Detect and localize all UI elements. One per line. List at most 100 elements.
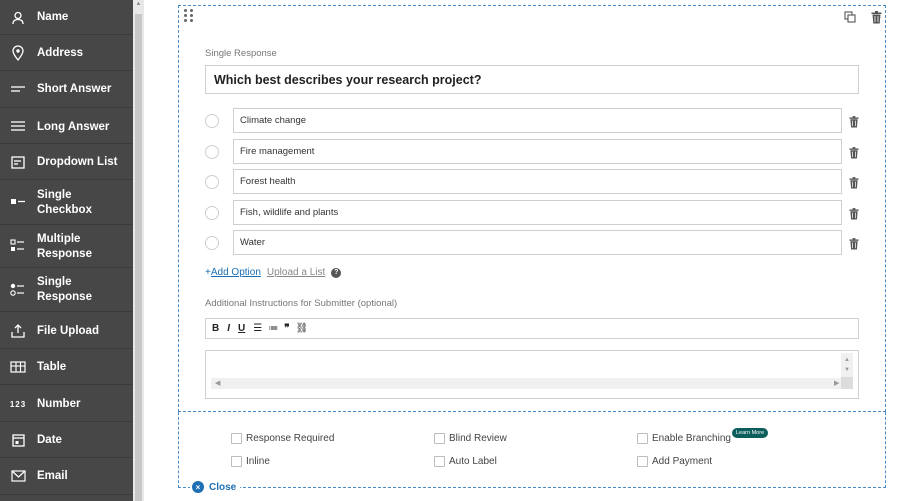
instructions-label: Additional Instructions for Submitter (o… bbox=[205, 298, 398, 309]
drag-handle-icon[interactable] bbox=[184, 9, 194, 23]
sidebar-item-label: Date bbox=[37, 434, 62, 446]
auto-label-label: Auto Label bbox=[449, 456, 497, 467]
scroll-right-arrow-icon[interactable]: ▶ bbox=[834, 379, 839, 387]
delete-option-trash-icon[interactable] bbox=[849, 237, 859, 250]
sidebar-item-label: Table bbox=[37, 361, 67, 373]
instructions-editor[interactable] bbox=[205, 350, 859, 399]
option-input[interactable]: Climate change bbox=[233, 108, 842, 133]
sidebar-item-label: Name bbox=[37, 11, 69, 23]
option-radio[interactable] bbox=[205, 206, 219, 220]
sidebar-item-label: Dropdown List bbox=[37, 156, 118, 168]
envelope-icon bbox=[8, 466, 28, 486]
bold-button[interactable]: B bbox=[212, 323, 219, 334]
enable-branching-checkbox[interactable] bbox=[637, 433, 648, 444]
upload-icon bbox=[8, 321, 28, 341]
learn-more-badge[interactable]: Learn More bbox=[732, 428, 769, 438]
scrollbar-corner bbox=[841, 377, 853, 389]
sidebar-item-table[interactable]: Table bbox=[0, 349, 133, 385]
link-button[interactable]: ⛓ bbox=[296, 323, 309, 334]
sidebar-item-long-answer[interactable]: Long Answer bbox=[0, 108, 133, 144]
sidebar-item-dropdown-list[interactable]: Dropdown List bbox=[0, 144, 133, 180]
sidebar-item-multiple-response[interactable]: Multiple Response bbox=[0, 225, 133, 268]
sidebar-item-label: Single Response bbox=[37, 276, 92, 303]
single-response-icon bbox=[8, 280, 28, 300]
option-input[interactable]: Fish, wildlife and plants bbox=[233, 200, 842, 225]
delete-option-trash-icon[interactable] bbox=[849, 207, 859, 220]
sidebar-item-label: File Upload bbox=[37, 325, 99, 337]
question-type-label: Single Response bbox=[205, 48, 277, 59]
underline-button[interactable]: U bbox=[238, 323, 245, 334]
question-settings-panel bbox=[178, 412, 886, 488]
person-icon bbox=[8, 8, 28, 28]
sidebar-item-label: Long Answer bbox=[37, 121, 110, 133]
sidebar-item-label: Number bbox=[37, 398, 81, 410]
bullet-list-button[interactable]: ☰ bbox=[253, 323, 262, 334]
scroll-down-arrow-icon[interactable]: ▼ bbox=[844, 367, 850, 373]
sidebar-item-name[interactable]: Name bbox=[0, 0, 133, 35]
help-icon[interactable]: ? bbox=[331, 267, 342, 278]
sidebar-item-label: Address bbox=[37, 47, 84, 59]
option-input[interactable]: Water bbox=[233, 230, 842, 255]
sidebar-item-label: Short Answer bbox=[37, 83, 112, 95]
option-radio[interactable] bbox=[205, 236, 219, 250]
field-type-sidebar: Name Address Short Answer Long Answer Dr… bbox=[0, 0, 133, 501]
numbered-list-button[interactable]: ≔ bbox=[268, 323, 278, 334]
blind-review-label: Blind Review bbox=[449, 433, 507, 444]
sidebar-scrollbar-thumb[interactable] bbox=[135, 14, 142, 501]
delete-question-trash-icon[interactable] bbox=[869, 10, 883, 24]
sidebar-item-label: Email bbox=[37, 470, 68, 482]
add-option-link[interactable]: Add Option bbox=[211, 267, 261, 278]
calendar-icon bbox=[8, 430, 28, 450]
close-button[interactable]: × Close bbox=[190, 480, 241, 494]
enable-branching-label: Enable Branching bbox=[652, 433, 731, 444]
scroll-up-arrow-icon[interactable]: ▲ bbox=[844, 357, 850, 363]
close-icon: × bbox=[192, 481, 204, 493]
delete-option-trash-icon[interactable] bbox=[849, 176, 859, 189]
scroll-left-arrow-icon[interactable]: ◀ bbox=[215, 379, 220, 387]
table-icon bbox=[8, 357, 28, 377]
response-required-label: Response Required bbox=[246, 433, 335, 444]
auto-label-checkbox[interactable] bbox=[434, 456, 445, 467]
duplicate-icon[interactable] bbox=[843, 10, 857, 24]
rich-text-toolbar: B I U ☰ ≔ ❞ ⛓ bbox=[205, 318, 859, 339]
sidebar-item-label: Single Checkbox bbox=[37, 189, 92, 216]
blind-review-checkbox[interactable] bbox=[434, 433, 445, 444]
inline-checkbox[interactable] bbox=[231, 456, 242, 467]
upload-list-link[interactable]: Upload a List bbox=[267, 267, 325, 278]
italic-button[interactable]: I bbox=[227, 323, 230, 334]
delete-option-trash-icon[interactable] bbox=[849, 115, 859, 128]
sidebar-item-single-response[interactable]: Single Response bbox=[0, 268, 133, 312]
sidebar-item-label: Multiple Response bbox=[37, 233, 92, 260]
add-payment-checkbox[interactable] bbox=[637, 456, 648, 467]
number-icon: 123 bbox=[9, 399, 27, 409]
delete-option-trash-icon[interactable] bbox=[849, 146, 859, 159]
add-payment-label: Add Payment bbox=[652, 456, 713, 467]
long-answer-icon bbox=[8, 116, 28, 136]
option-radio[interactable] bbox=[205, 175, 219, 189]
option-input[interactable]: Fire management bbox=[233, 139, 842, 164]
dropdown-list-icon bbox=[8, 152, 28, 172]
sidebar-item-single-checkbox[interactable]: Single Checkbox bbox=[0, 180, 133, 225]
multiple-response-icon bbox=[8, 236, 28, 256]
sidebar-item-date[interactable]: Date bbox=[0, 422, 133, 458]
single-checkbox-icon bbox=[8, 192, 28, 212]
editor-horizontal-scrollbar[interactable] bbox=[211, 378, 841, 389]
sidebar-item-address[interactable]: Address bbox=[0, 35, 133, 71]
sidebar-item-short-answer[interactable]: Short Answer bbox=[0, 71, 133, 108]
close-label: Close bbox=[209, 481, 237, 493]
sidebar-item-file-upload[interactable]: File Upload bbox=[0, 312, 133, 349]
sidebar-item-email[interactable]: Email bbox=[0, 458, 133, 495]
question-text-input[interactable]: Which best describes your research proje… bbox=[205, 65, 859, 94]
form-builder-app: Name Address Short Answer Long Answer Dr… bbox=[0, 0, 900, 501]
location-pin-icon bbox=[8, 43, 28, 63]
response-required-checkbox[interactable] bbox=[231, 433, 242, 444]
quote-button[interactable]: ❞ bbox=[284, 323, 289, 334]
option-radio[interactable] bbox=[205, 145, 219, 159]
inline-label: Inline bbox=[246, 456, 270, 467]
option-input[interactable]: Forest health bbox=[233, 169, 842, 194]
sidebar-item-number[interactable]: 123 Number bbox=[0, 385, 133, 422]
option-radio[interactable] bbox=[205, 114, 219, 128]
scroll-up-arrow-icon[interactable]: ▲ bbox=[135, 1, 142, 11]
short-answer-icon bbox=[8, 79, 28, 99]
add-option-row: + Add Option Upload a List ? bbox=[205, 267, 342, 278]
